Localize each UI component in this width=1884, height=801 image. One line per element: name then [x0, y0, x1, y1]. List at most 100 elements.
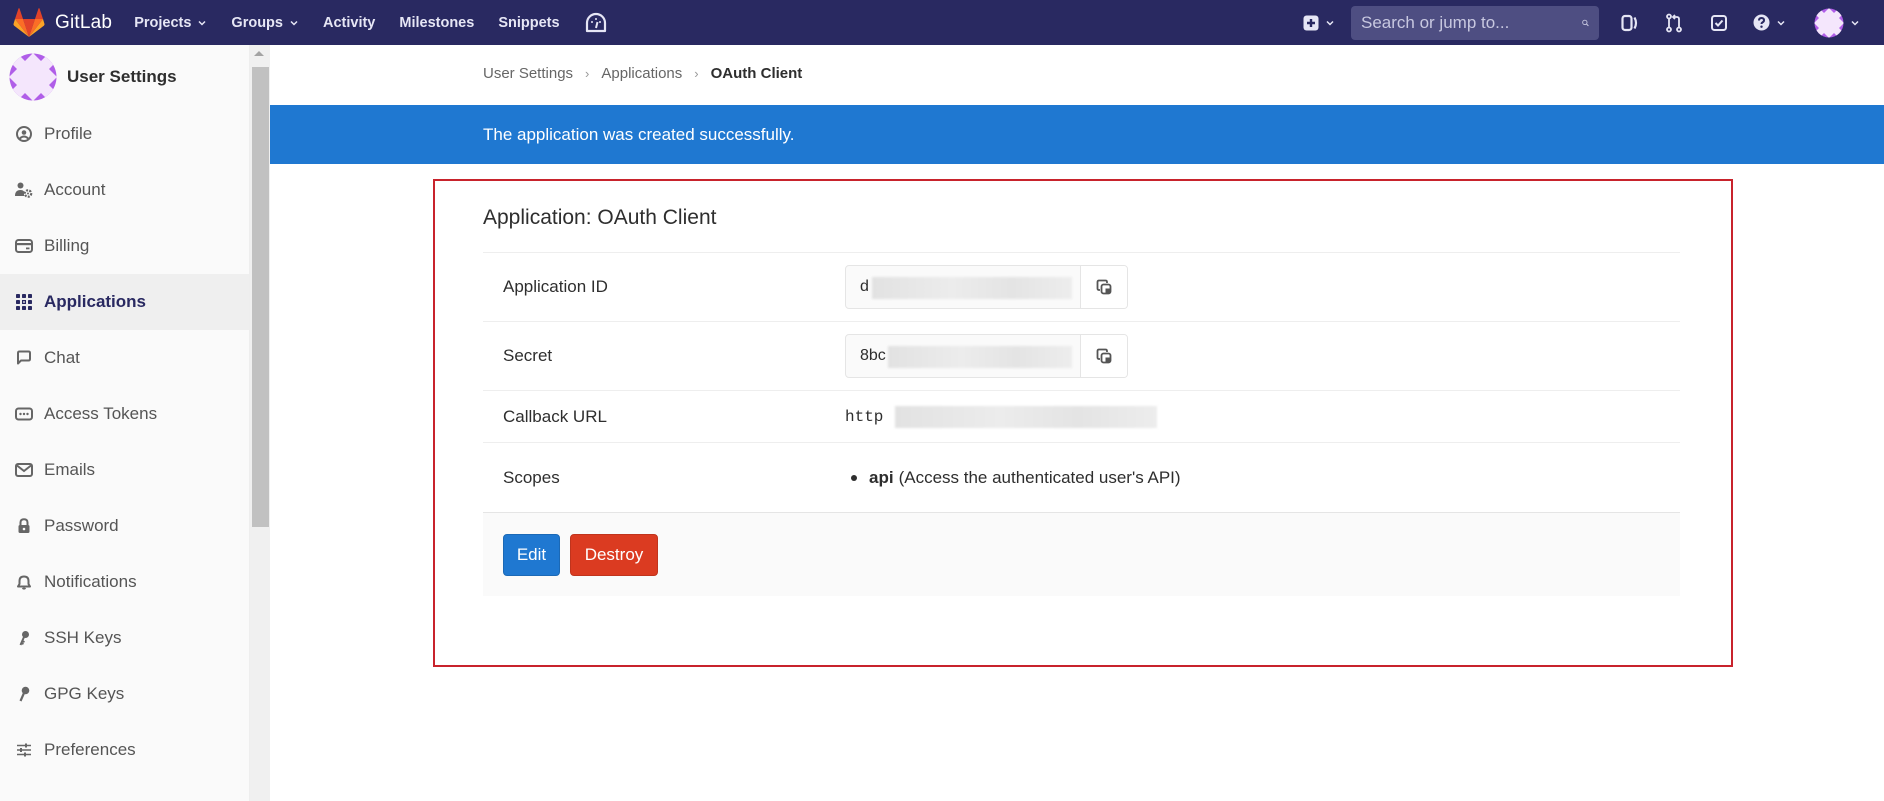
edit-button[interactable]: Edit: [503, 533, 560, 576]
plus-square-icon: [1303, 15, 1319, 30]
help-dropdown[interactable]: [1753, 14, 1786, 31]
nav-links: Projects Groups Activity Milestones Snip…: [134, 0, 607, 45]
search-box[interactable]: [1351, 5, 1599, 40]
chat-icon: [15, 349, 33, 367]
copy-icon: [1096, 348, 1112, 364]
copy-secret-button[interactable]: [1081, 335, 1127, 377]
help-icon: [1753, 14, 1770, 31]
nav-projects-label: Projects: [134, 14, 192, 31]
navbar-right: [1303, 0, 1884, 45]
breadcrumb-current: OAuth Client: [710, 65, 803, 82]
breadcrumb-applications[interactable]: Applications: [601, 65, 682, 82]
nav-milestones-label: Milestones: [399, 14, 475, 31]
nav-snippets-label: Snippets: [498, 14, 560, 31]
sidebar-item-password[interactable]: Password: [0, 498, 249, 554]
dashboard-icon[interactable]: [584, 12, 608, 34]
sidebar-item-chat[interactable]: Chat: [0, 330, 249, 386]
secret-input[interactable]: 8bc: [846, 335, 1082, 377]
sidebar-item-ssh-keys[interactable]: SSH Keys: [0, 610, 249, 666]
key-icon: [15, 685, 33, 703]
new-item-dropdown[interactable]: [1303, 15, 1335, 31]
sidebar-scrollbar[interactable]: [250, 45, 270, 801]
sidebar-item-label: Access Tokens: [44, 404, 158, 423]
breadcrumb-chevron-icon: ›: [694, 66, 699, 81]
email-icon: [15, 461, 33, 479]
sidebar-item-account[interactable]: Account: [0, 162, 249, 218]
chevron-down-icon: [1851, 20, 1859, 26]
sidebar-item-label: SSH Keys: [44, 628, 122, 647]
search-icon[interactable]: [1582, 15, 1589, 31]
sidebar-item-label: Emails: [44, 460, 96, 479]
user-settings-avatar: [9, 53, 57, 101]
secret-value: 8bc: [860, 347, 886, 364]
gitlab-home-link[interactable]: GitLab: [13, 0, 112, 45]
application-id-input[interactable]: d: [846, 266, 1082, 308]
account-icon: [15, 181, 33, 199]
sidebar-item-preferences[interactable]: Preferences: [0, 722, 249, 778]
sidebar-item-access-tokens[interactable]: Access Tokens: [0, 386, 249, 442]
breadcrumb-user-settings[interactable]: User Settings: [483, 65, 573, 82]
flash-notice: The application was created successfully…: [270, 105, 1884, 164]
preferences-icon: [15, 741, 33, 759]
brand-name: GitLab: [55, 11, 113, 33]
applications-icon: [15, 293, 33, 311]
copy-icon: [1096, 279, 1112, 295]
sidebar-item-applications[interactable]: Applications: [0, 274, 249, 330]
destroy-button[interactable]: Destroy: [570, 533, 658, 576]
scope-description: (Access the authenticated user's API): [898, 467, 1181, 487]
redacted-value: [888, 346, 1072, 368]
redacted-value: [895, 405, 1157, 428]
sidebar-item-label: Chat: [44, 348, 80, 367]
application-id-row: Application ID d: [483, 252, 1680, 321]
application-id-field: d: [845, 265, 1128, 309]
scroll-up-arrow-icon[interactable]: [254, 51, 264, 56]
scopes-label: Scopes: [503, 467, 560, 487]
sidebar-item-notifications[interactable]: Notifications: [0, 554, 249, 610]
key-icon: [15, 629, 33, 647]
sidebar-header[interactable]: User Settings: [0, 48, 249, 106]
scopes-row: Scopes api (Access the authenticated use…: [483, 442, 1680, 512]
user-avatar: [1814, 8, 1844, 37]
bell-icon: [15, 573, 33, 591]
chevron-down-icon: [1326, 20, 1334, 26]
chevron-down-icon: [1777, 20, 1785, 26]
nav-milestones[interactable]: Milestones: [399, 15, 474, 31]
sidebar-item-billing[interactable]: Billing: [0, 218, 249, 274]
nav-snippets[interactable]: Snippets: [498, 15, 559, 31]
redacted-value: [872, 277, 1072, 299]
search-input[interactable]: [1361, 12, 1582, 33]
copy-application-id-button[interactable]: [1081, 266, 1127, 308]
scope-name: api: [869, 467, 894, 487]
nav-activity-label: Activity: [322, 14, 376, 31]
profile-icon: [15, 125, 33, 143]
sidebar-item-gpg-keys[interactable]: GPG Keys: [0, 666, 249, 722]
todo-icon[interactable]: [1711, 14, 1727, 31]
sidebar-item-emails[interactable]: Emails: [0, 442, 249, 498]
merge-request-icon[interactable]: [1665, 13, 1683, 33]
callback-url-value: http: [845, 407, 884, 426]
sidebar-item-label: Password: [44, 516, 119, 535]
application-id-value: d: [860, 278, 869, 295]
breadcrumb: User Settings › Applications › OAuth Cli…: [483, 65, 802, 82]
issues-icon[interactable]: [1621, 14, 1639, 32]
billing-icon: [15, 237, 33, 255]
user-menu-dropdown[interactable]: [1814, 8, 1860, 38]
application-details-table: Application ID d Secret 8bc Callback URL: [483, 252, 1680, 512]
chevron-down-icon: [290, 20, 298, 26]
chevron-down-icon: [198, 20, 206, 26]
nav-activity[interactable]: Activity: [323, 15, 375, 31]
scrollbar-thumb[interactable]: [252, 67, 269, 527]
sidebar-nav: Profile Account Billing Applications Cha…: [0, 106, 249, 778]
sidebar-item-label: Billing: [44, 236, 90, 255]
settings-sidebar: User Settings Profile Account Billing Ap…: [0, 45, 250, 801]
top-navbar: GitLab Projects Groups Activity Mileston…: [0, 0, 1884, 45]
application-title: Application: OAuth Client: [483, 206, 717, 229]
sidebar-item-label: Applications: [44, 292, 147, 311]
application-id-label: Application ID: [503, 277, 608, 296]
nav-projects[interactable]: Projects: [134, 15, 207, 31]
sidebar-item-profile[interactable]: Profile: [0, 106, 249, 162]
secret-label: Secret: [503, 346, 553, 365]
callback-url-label: Callback URL: [503, 406, 607, 426]
nav-groups[interactable]: Groups: [231, 15, 299, 31]
lock-icon: [15, 517, 33, 535]
